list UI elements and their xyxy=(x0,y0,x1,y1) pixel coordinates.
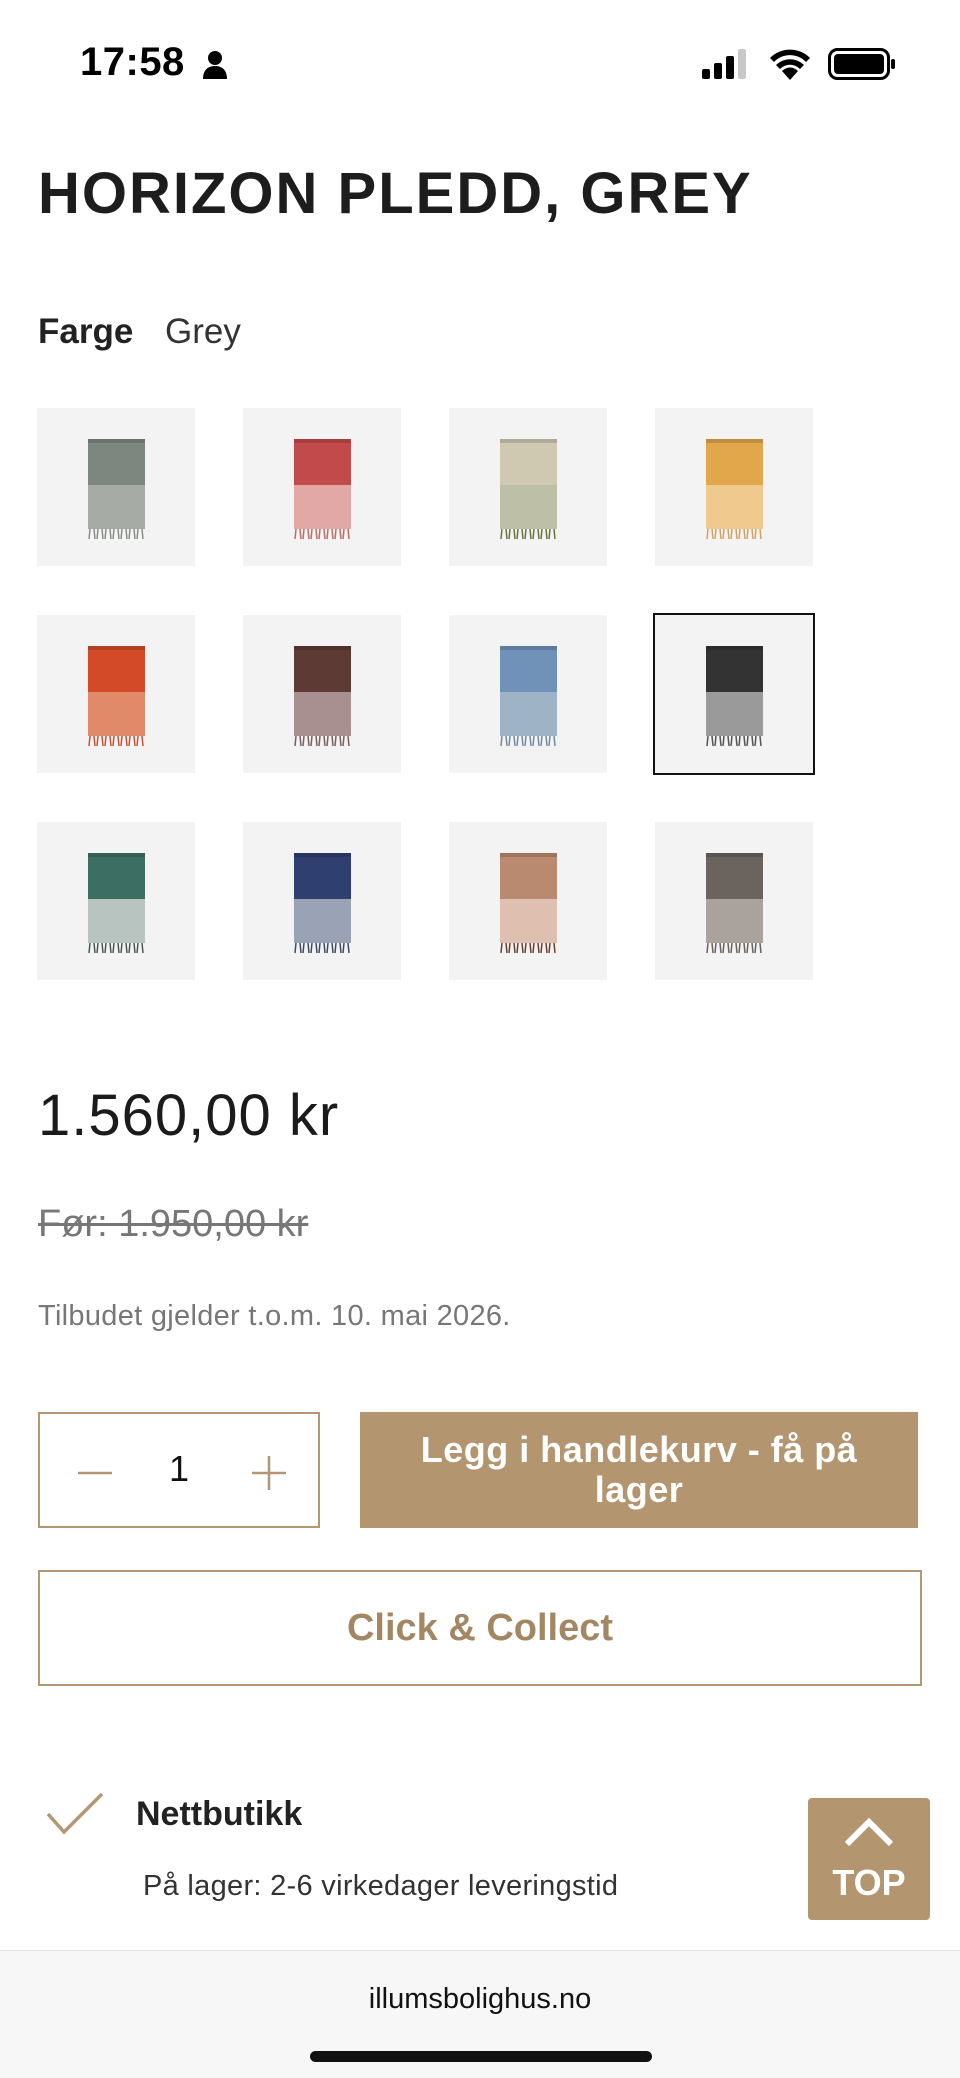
click-and-collect-button[interactable]: Click & Collect xyxy=(38,1570,922,1686)
home-indicator[interactable] xyxy=(310,2051,652,2062)
blanket-thumbnail xyxy=(294,646,351,747)
wifi-icon xyxy=(770,49,810,80)
blanket-thumbnail xyxy=(500,439,557,540)
swatch-rose[interactable] xyxy=(449,822,607,980)
original-price: Før: 1.950,00 kr xyxy=(38,1203,309,1245)
swatch-red[interactable] xyxy=(243,408,401,566)
stock-delivery-info: På lager: 2-6 virkedager leveringstid xyxy=(143,1870,619,1902)
quantity-stepper: 1 xyxy=(38,1412,320,1528)
check-icon xyxy=(46,1792,104,1835)
swatch-sand[interactable] xyxy=(449,408,607,566)
current-price: 1.560,00 kr xyxy=(38,1083,340,1148)
blanket-thumbnail xyxy=(500,853,557,954)
chevron-up-icon xyxy=(844,1817,894,1847)
person-icon xyxy=(203,51,227,79)
blanket-thumbnail xyxy=(706,853,763,954)
blanket-thumbnail xyxy=(706,439,763,540)
battery-icon xyxy=(828,48,895,80)
swatch-taupe[interactable] xyxy=(655,822,813,980)
blanket-thumbnail xyxy=(500,646,557,747)
browser-address-bar[interactable]: illumsbolighus.no xyxy=(0,1950,960,2078)
color-label: Farge xyxy=(38,312,134,351)
swatch-orange[interactable] xyxy=(37,615,195,773)
cellular-signal-icon xyxy=(702,49,746,79)
status-bar: 17:58 xyxy=(0,0,960,120)
blanket-thumbnail xyxy=(88,853,145,954)
add-to-cart-button[interactable]: Legg i handlekurv - få på lager xyxy=(360,1412,918,1528)
back-to-top-button[interactable]: TOP xyxy=(808,1798,930,1920)
swatch-green[interactable] xyxy=(37,822,195,980)
swatch-brown[interactable] xyxy=(243,615,401,773)
site-domain[interactable]: illumsbolighus.no xyxy=(0,1983,960,2016)
blanket-thumbnail xyxy=(88,439,145,540)
blanket-thumbnail xyxy=(294,439,351,540)
blanket-thumbnail xyxy=(88,646,145,747)
swatch-blue[interactable] xyxy=(449,615,607,773)
status-time: 17:58 xyxy=(80,40,185,84)
back-to-top-label: TOP xyxy=(832,1862,906,1903)
swatch-dark-grey[interactable] xyxy=(653,613,815,775)
blanket-thumbnail xyxy=(294,853,351,954)
swatch-navy[interactable] xyxy=(243,822,401,980)
color-selection-label: Farge Grey xyxy=(38,312,241,352)
offer-validity-note: Tilbudet gjelder t.o.m. 10. mai 2026. xyxy=(38,1300,511,1332)
swatch-grey[interactable] xyxy=(37,408,195,566)
swatch-mustard[interactable] xyxy=(655,408,813,566)
plus-icon[interactable] xyxy=(244,1450,294,1496)
blanket-thumbnail xyxy=(706,646,763,747)
online-store-title: Nettbutikk xyxy=(136,1795,303,1833)
color-value: Grey xyxy=(165,312,241,351)
product-title: HORIZON PLEDD, GREY xyxy=(38,161,753,226)
